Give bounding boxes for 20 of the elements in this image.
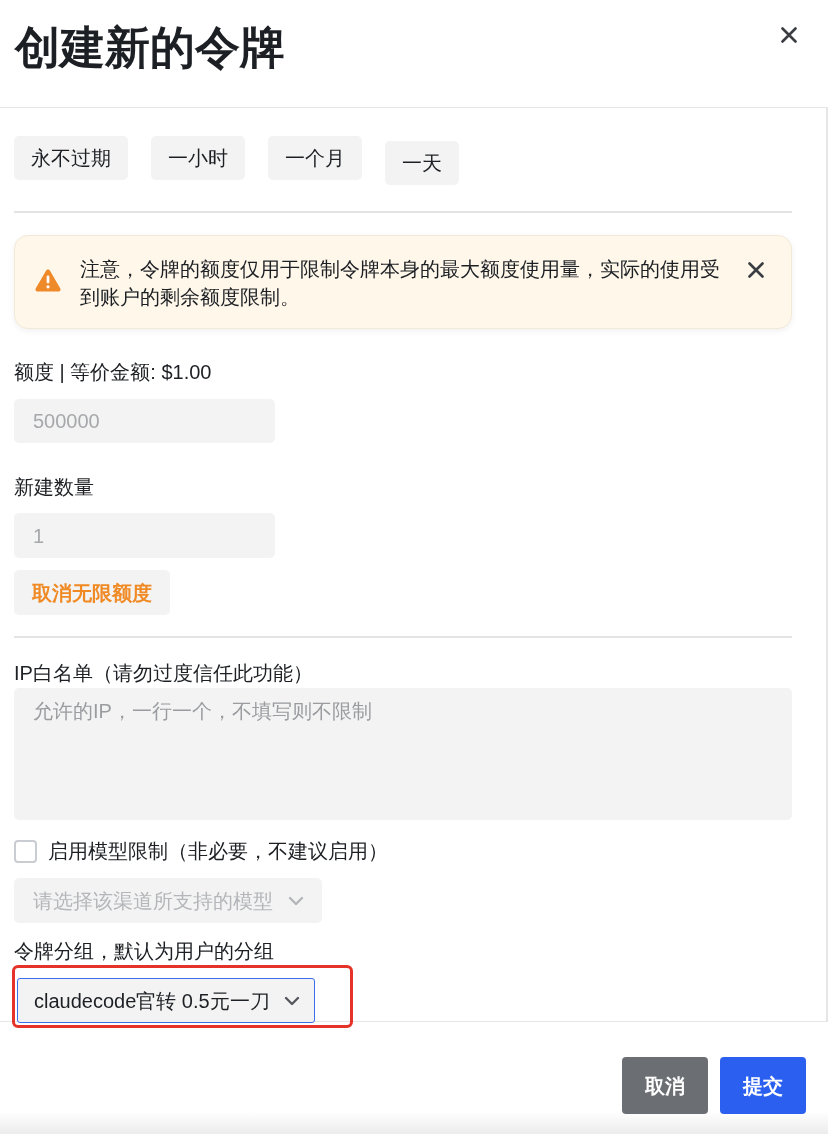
field-label: 令牌分组，默认为用户的分组 [14,939,274,964]
chevron-down-icon [283,995,300,1006]
expiry-preset-button[interactable]: 一天 [385,141,459,185]
field-label: 新建数量 [14,475,94,500]
field-label: 额度 | 等价金额: $1.00 [14,360,212,385]
cancel-button[interactable]: 取消 [622,1057,708,1114]
chevron-down-icon [288,895,304,906]
expiry-preset-button[interactable]: 一个月 [268,136,362,180]
group-select[interactable]: claudecode官转 0.5元一刀 [17,978,315,1023]
field-label: IP白名单（请勿过度信任此功能） [14,661,313,686]
submit-button[interactable]: 提交 [720,1057,806,1114]
warning-icon [35,268,61,292]
alert-message: 注意，令牌的额度仅用于限制令牌本身的最大额度使用量，实际的使用受到账户的剩余额度限制。 [80,257,721,310]
dialog-title: 创建新的令牌 [15,21,285,75]
expiry-preset-button[interactable]: 一小时 [151,136,245,180]
close-icon[interactable] [748,262,764,278]
close-icon[interactable] [781,27,797,43]
expiry-preset-button[interactable]: 永不过期 [14,136,128,180]
checkbox-label: 启用模型限制（非必要，不建议启用） [48,839,388,864]
checkbox[interactable] [14,839,37,863]
